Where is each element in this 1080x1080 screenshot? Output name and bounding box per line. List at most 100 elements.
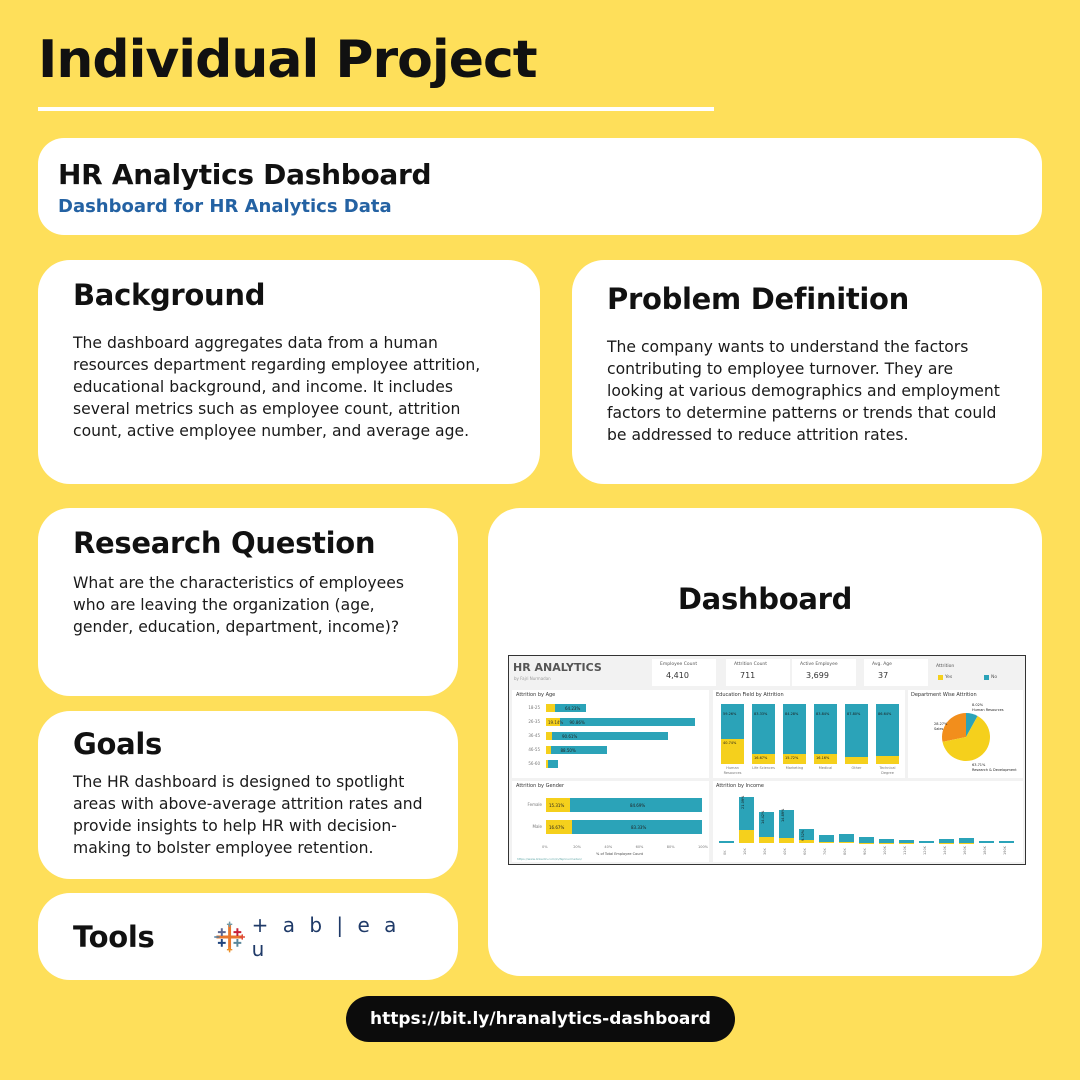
income-bar-yes	[779, 838, 794, 843]
research-text: What are the characteristics of employee…	[73, 574, 404, 636]
income-bar-yes	[839, 841, 854, 843]
education-yes-label: 15.72%	[785, 756, 799, 761]
gender-title: Attrition by Gender	[516, 783, 565, 789]
dashboard-link[interactable]: https://bit.ly/hranalytics-dashboard	[346, 996, 735, 1042]
kpi-box: Employee Count 4,410	[652, 659, 716, 686]
gender-yes-label: 16.67%	[549, 825, 565, 830]
gender-panel: Attrition by Gender Female 15.31% 84.69% Ma…	[512, 781, 709, 862]
income-bar-label: 14.42%	[761, 810, 765, 824]
income-bar-no	[839, 833, 854, 842]
gender-tick-label: 100%	[698, 845, 709, 849]
income-tick-label: 0K	[723, 850, 727, 855]
gender-x-axis-label: % of Total Employee Count	[596, 852, 644, 856]
income-bar-yes	[819, 842, 834, 843]
income-tick-label: 10K	[743, 848, 747, 855]
income-tick-label: 160K	[963, 846, 967, 855]
legend-no-swatch	[984, 675, 989, 680]
kpi-box: Avg. Age 37	[864, 659, 928, 686]
income-bar-no	[999, 841, 1014, 843]
age-bar-no	[547, 760, 558, 768]
age-no-label: 88.50%	[560, 748, 576, 753]
kpi-box: Active Employee 3,699	[792, 659, 856, 686]
education-field-label: Other	[851, 766, 862, 770]
gender-tick-label: 20%	[573, 845, 581, 849]
project-card: HR Analytics Dashboard Dashboard for HR …	[38, 138, 1042, 235]
kpi-label: Employee Count	[660, 662, 698, 667]
education-yes-label: 40.74%	[723, 741, 737, 746]
education-field-label: Technical Degree	[879, 766, 896, 775]
age-title: Attrition by Age	[516, 692, 556, 698]
background-heading: Background	[73, 278, 266, 312]
education-field-label: Human Resources	[723, 766, 742, 775]
attrition-legend: Attrition Yes No	[936, 662, 1024, 686]
income-tick-label: 30K	[763, 848, 767, 855]
education-field-label: Life Sciences	[752, 766, 775, 770]
department-slice-label: 63.71% Research & Development	[972, 763, 1017, 772]
income-bar-label: 9.32%	[801, 830, 805, 842]
kpi-label: Active Employee	[800, 662, 838, 667]
gender-no-label: 83.33%	[631, 825, 647, 830]
education-field-label: Marketing	[785, 766, 804, 770]
education-panel: Education Field by Attrition 59.26% 40.74…	[713, 690, 905, 778]
income-bar-no	[719, 841, 734, 843]
education-bar-no	[721, 704, 744, 740]
education-bar-yes	[876, 756, 899, 764]
income-tick-label: 70K	[823, 848, 827, 855]
legend-yes-label: Yes	[945, 675, 953, 680]
project-name: HR Analytics Dashboard	[58, 158, 432, 191]
shot-link: https://www.linkedin.com/in/fajrinurmada…	[517, 857, 582, 861]
education-no-label: 84.28%	[785, 712, 799, 716]
gender-tick-label: 60%	[635, 845, 644, 849]
tableau-wordmark: + a b | e a u	[251, 912, 401, 961]
income-tick-label: 90K	[863, 848, 867, 855]
dashboard-screenshot: HR ANALYTICS by Fajri Nurmadan Employee …	[508, 655, 1026, 865]
dashboard-card: Dashboard HR ANALYTICS by Fajri Nurmadan…	[488, 508, 1042, 976]
tableau-logo: + a b | e a u	[214, 913, 423, 961]
gender-tick-label: 0%	[542, 845, 548, 849]
background-text: The dashboard aggregates data from a hum…	[73, 334, 481, 440]
age-no-label: 64.23%	[565, 706, 581, 711]
education-no-label: 59.26%	[723, 712, 737, 716]
age-tick-label: 56-60	[528, 761, 540, 766]
income-panel: Attrition by Income 0K 21.09% 10K 14.42% 30K…	[713, 781, 1023, 862]
department-slice-name: Human Resources	[972, 707, 1004, 712]
income-tick-label: 140K	[943, 846, 947, 855]
department-slice-percent: 28.27%	[934, 722, 948, 726]
income-tick-label: 60K	[803, 848, 807, 855]
education-no-label: 83.33%	[754, 712, 768, 716]
legend-no-label: No	[991, 675, 998, 680]
department-panel: Department Wise Attrition 28.27% Sales 8.0…	[908, 690, 1023, 778]
age-tick-label: 18-25	[528, 705, 540, 710]
age-no-label: 90.86%	[569, 720, 585, 725]
income-bar-no	[819, 834, 834, 843]
kpi-value: 3,699	[806, 671, 829, 680]
page-title: Individual Project	[38, 30, 538, 90]
income-tick-label: 180K	[983, 846, 987, 855]
age-bar-yes	[546, 704, 555, 712]
kpi-label: Avg. Age	[872, 662, 892, 667]
research-card: Research Question What are the character…	[38, 508, 458, 696]
age-bar-no	[550, 746, 607, 754]
gender-label: Male	[532, 824, 542, 829]
education-title: Education Field by Attrition	[716, 692, 784, 698]
education-no-label: 87.80%	[847, 712, 861, 716]
department-slice-label: 8.02% Human Resources	[972, 703, 1004, 712]
income-tick-label: 120K	[923, 846, 927, 855]
education-yes-label: 16.67%	[754, 755, 768, 760]
dashboard-heading: Dashboard	[677, 582, 853, 616]
gender-label: Female	[527, 802, 542, 807]
income-bar-no	[919, 840, 934, 843]
goals-card: Goals The HR dashboard is designed to sp…	[38, 711, 458, 879]
education-bar-yes	[845, 756, 868, 764]
income-tick-label: 100K	[883, 846, 887, 855]
education-no-label: 86.64%	[878, 712, 892, 716]
income-bar-yes	[739, 830, 754, 843]
kpi-value: 4,410	[666, 671, 689, 680]
education-no-label: 83.84%	[816, 712, 830, 716]
research-heading: Research Question	[73, 526, 376, 560]
goals-heading: Goals	[73, 727, 162, 761]
legend-yes-swatch	[938, 675, 943, 680]
department-slice-label: 28.27% Sales	[934, 722, 947, 731]
background-card: Background The dashboard aggregates data…	[38, 260, 540, 484]
income-bar-label: 14.89%	[781, 808, 785, 822]
